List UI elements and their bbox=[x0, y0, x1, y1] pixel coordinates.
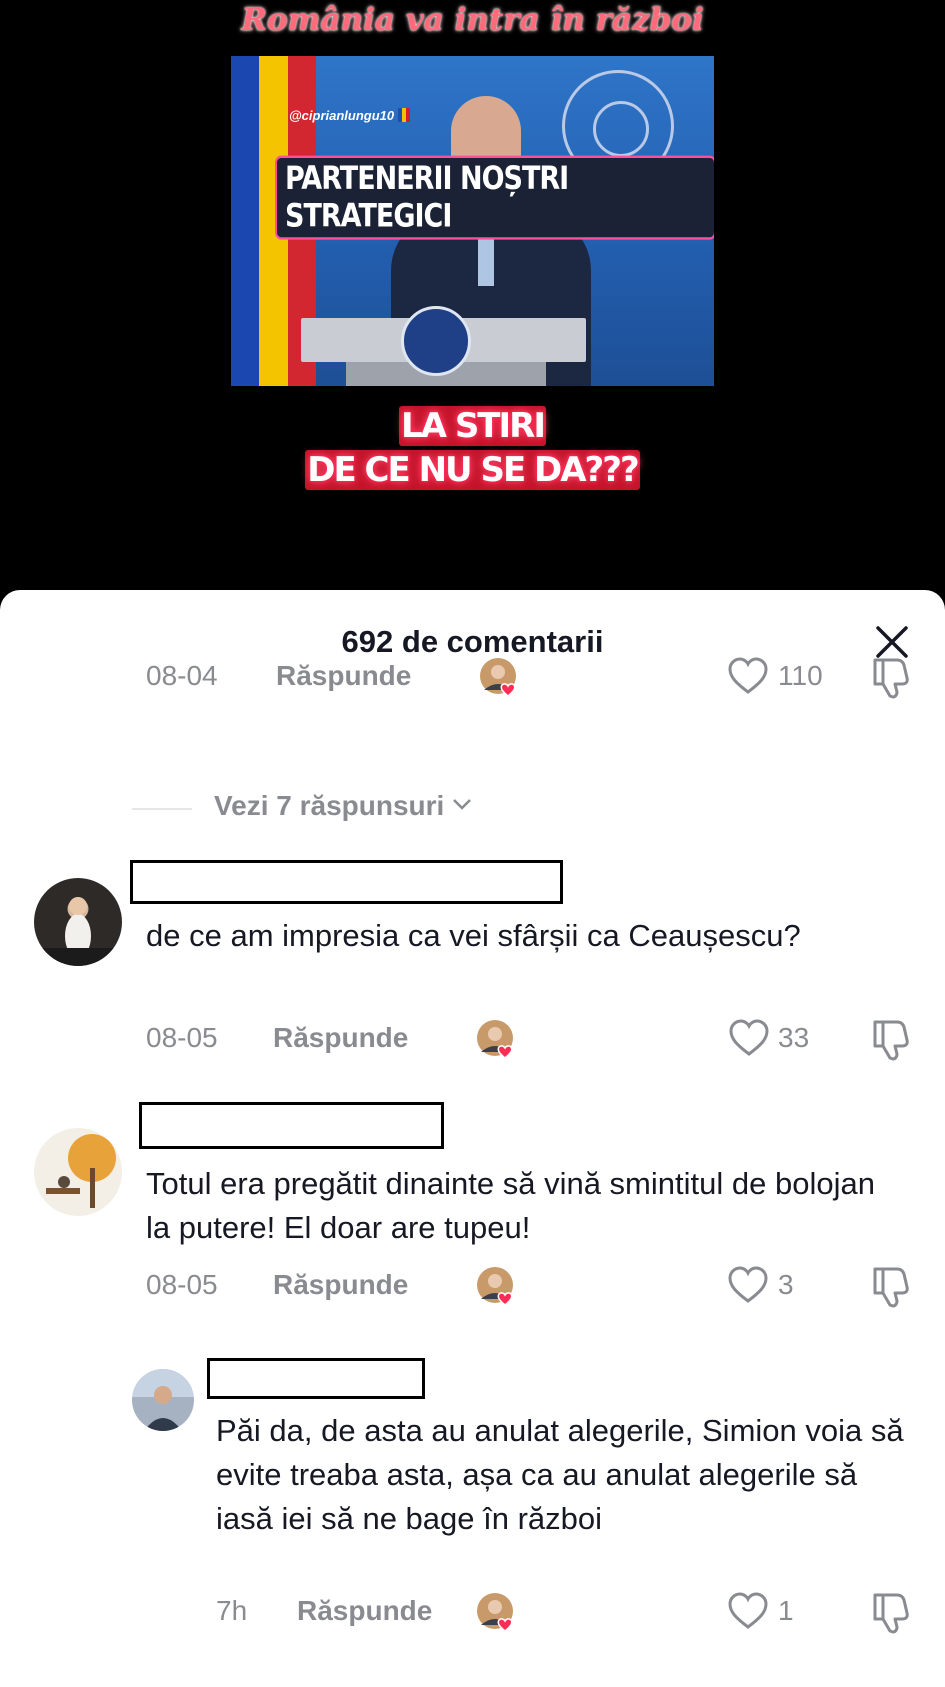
podium-seal bbox=[401, 306, 471, 376]
comments-count: 692 de comentarii bbox=[341, 624, 604, 659]
dislike-button[interactable] bbox=[869, 1261, 913, 1309]
heart-icon bbox=[728, 657, 768, 694]
like-button[interactable] bbox=[727, 1016, 771, 1060]
video-handle: @ciprianlungu10 bbox=[289, 108, 411, 123]
overlay-text-line1: LA STIRI bbox=[0, 405, 945, 447]
heart-icon bbox=[728, 1266, 768, 1303]
reply-button[interactable]: Răspunde bbox=[297, 1595, 432, 1627]
creator-liked-icon bbox=[477, 1593, 513, 1632]
dislike-button[interactable] bbox=[869, 1587, 913, 1635]
thumbs-down-icon bbox=[873, 1020, 909, 1061]
like-button[interactable] bbox=[726, 654, 770, 698]
thumbs-down-icon bbox=[873, 1267, 909, 1308]
view-replies-text: Vezi 7 răspunsuri bbox=[214, 790, 445, 821]
redacted-username bbox=[130, 860, 563, 904]
like-count: 1 bbox=[778, 1595, 794, 1626]
like-button[interactable] bbox=[726, 1263, 770, 1307]
like-button[interactable] bbox=[726, 1589, 770, 1633]
creator-liked-icon bbox=[480, 658, 516, 697]
reply-button[interactable]: Răspunde bbox=[273, 1022, 408, 1054]
avatar[interactable] bbox=[34, 878, 122, 966]
thumbs-down-icon bbox=[873, 658, 909, 699]
flag-icon bbox=[398, 108, 411, 122]
avatar[interactable] bbox=[132, 1369, 194, 1431]
comment-date: 08-05 bbox=[146, 1022, 218, 1053]
replies-divider bbox=[132, 808, 192, 810]
comment-text: Totul era pregătit dinainte să vină smin… bbox=[146, 1166, 875, 1245]
video-banner: PARTENERII NOȘTRI STRATEGICI bbox=[277, 158, 714, 238]
overlay-line2-label: DE CE NU SE DA??? bbox=[305, 450, 640, 490]
creator-liked-icon bbox=[477, 1020, 513, 1059]
redacted-username bbox=[207, 1358, 425, 1399]
view-replies-label: Vezi 7 răspunsuri bbox=[214, 790, 472, 822]
redacted-username bbox=[139, 1102, 444, 1149]
dislike-button[interactable] bbox=[869, 652, 913, 700]
like-count: 33 bbox=[778, 1022, 810, 1053]
like-count: 3 bbox=[778, 1269, 794, 1300]
comment-date: 08-05 bbox=[146, 1269, 218, 1300]
comment-text: Păi da, de asta au anulat alegerile, Sim… bbox=[216, 1413, 904, 1536]
overlay-line1-label: LA STIRI bbox=[399, 406, 546, 446]
video-player[interactable]: România va intra în război @ciprianlungu… bbox=[0, 0, 945, 620]
user-avatar-image bbox=[34, 897, 122, 966]
heart-icon bbox=[728, 1592, 768, 1629]
video-frame: @ciprianlungu10 PARTENERII NOȘTRI STRATE… bbox=[231, 56, 714, 386]
reply-button[interactable]: Răspunde bbox=[273, 1269, 408, 1301]
heart-icon bbox=[729, 1019, 769, 1056]
comments-sheet: 692 de comentarii 08-04 Răspunde 110 Vez… bbox=[0, 590, 945, 1687]
user-avatar-image bbox=[132, 1369, 194, 1431]
handle-text: @ciprianlungu10 bbox=[289, 108, 395, 123]
chevron-down-icon bbox=[453, 799, 471, 810]
comment-date: 08-04 bbox=[146, 660, 218, 691]
dislike-button[interactable] bbox=[869, 1014, 913, 1062]
comment-meta-row: 08-05 Răspunde 33 bbox=[0, 1019, 945, 1066]
user-avatar-image bbox=[46, 1134, 116, 1208]
comment-meta-row: 7h Răspunde 1 bbox=[0, 1592, 945, 1639]
comment-meta-row: 08-04 Răspunde 110 bbox=[0, 657, 945, 704]
reply-button[interactable]: Răspunde bbox=[276, 660, 411, 692]
comment-text: de ce am impresia ca vei sfârșii ca Ceau… bbox=[146, 918, 801, 953]
creator-liked-icon bbox=[477, 1267, 513, 1306]
sheet-header: 692 de comentarii bbox=[0, 590, 945, 664]
like-count: 110 bbox=[778, 660, 823, 691]
thumbs-down-icon bbox=[873, 1593, 909, 1634]
overlay-text-line2: DE CE NU SE DA??? bbox=[0, 449, 945, 491]
avatar[interactable] bbox=[34, 1128, 122, 1216]
comment-meta-row: 08-05 Răspunde 3 bbox=[0, 1266, 945, 1313]
video-title: România va intra în război bbox=[241, 2, 704, 38]
comment-date: 7h bbox=[216, 1595, 248, 1626]
